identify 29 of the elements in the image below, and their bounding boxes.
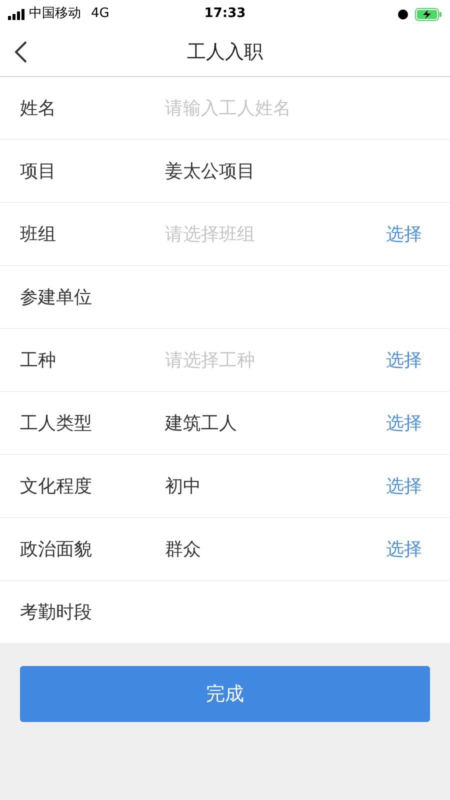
field-value: 群众 <box>165 538 201 562</box>
signal-icon <box>8 8 25 20</box>
field-label: 参建单位 <box>20 286 93 310</box>
field-label: 文化程度 <box>20 474 93 498</box>
select-link[interactable]: 选择 <box>386 410 422 436</box>
input-field[interactable]: 请输入工人姓名 <box>165 94 365 122</box>
select-link[interactable]: 选择 <box>386 472 422 500</box>
input-field[interactable]: 请选择工种 <box>165 346 365 374</box>
battery-icon <box>415 8 442 20</box>
field-value: 建筑工人 <box>165 412 237 436</box>
select-link[interactable]: 选择 <box>386 536 422 562</box>
field-label: 姓名 <box>20 96 57 120</box>
field-label: 政治面貌 <box>20 538 93 562</box>
field-label: 工种 <box>20 348 57 372</box>
field-label: 项目 <box>20 160 57 184</box>
input-field[interactable]: 请选择班组 <box>165 220 365 248</box>
page-title: 工人入职 <box>187 40 263 65</box>
field-value: 初中 <box>165 474 201 498</box>
carrier-name: 中国移动 <box>29 5 81 24</box>
field-value: 姜太公项目 <box>165 160 255 184</box>
field-label: 考勤时段 <box>20 600 93 624</box>
submit-button[interactable]: 完成 <box>20 666 430 722</box>
field-label: 工人类型 <box>20 412 93 436</box>
network-type: 4G <box>91 5 110 24</box>
select-link[interactable]: 选择 <box>386 220 422 248</box>
back-icon <box>14 40 28 64</box>
select-link[interactable]: 选择 <box>386 346 422 374</box>
status-time: 17:33 <box>204 5 246 24</box>
field-label: 班组 <box>20 222 57 246</box>
